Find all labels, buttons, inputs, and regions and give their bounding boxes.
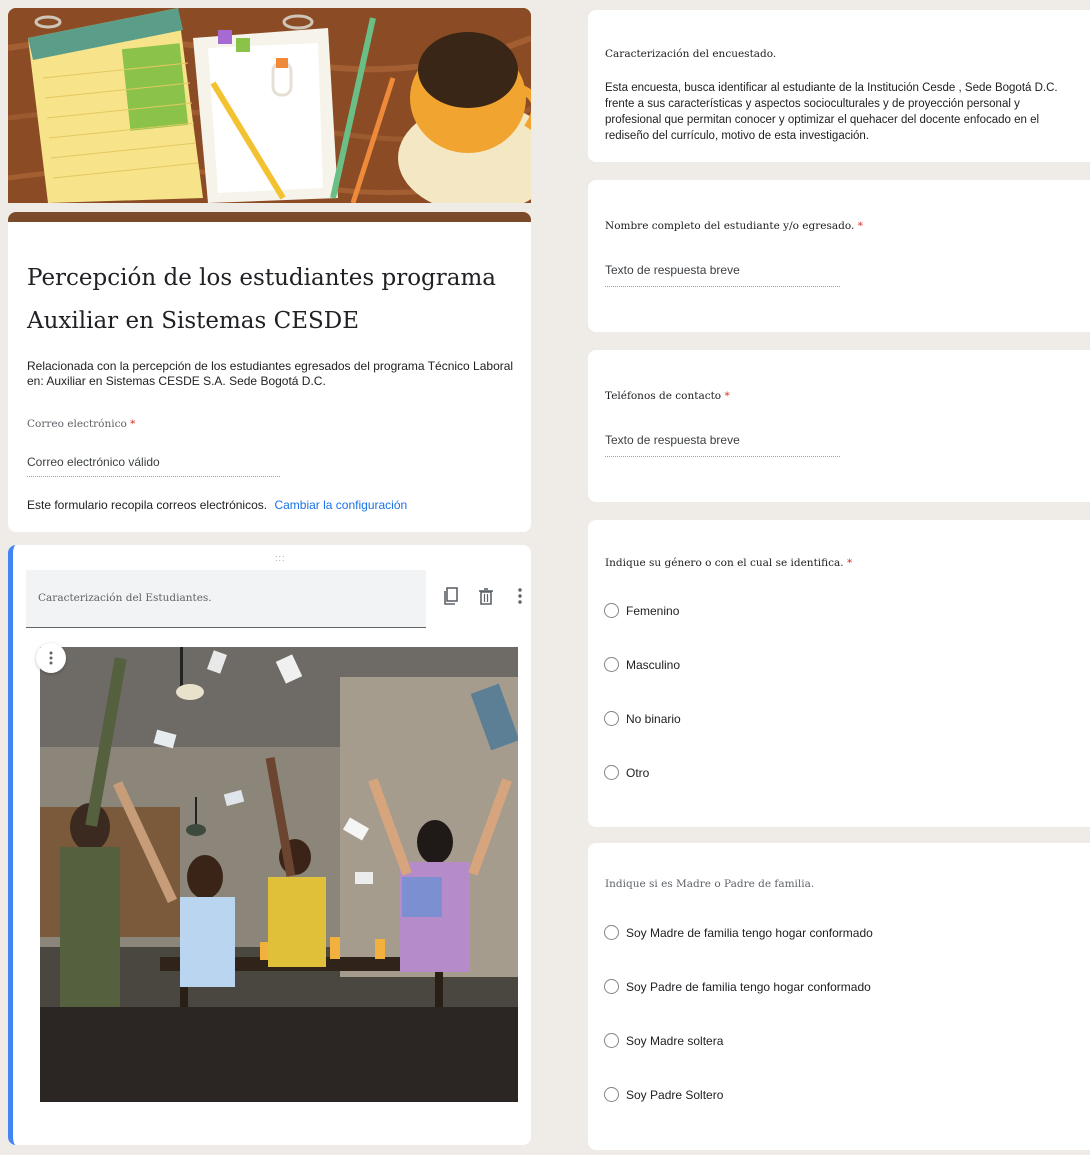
email-question-label: Correo electrónico * [27,418,135,430]
header-image [8,8,531,203]
short-answer-underline [605,456,840,457]
radio-button[interactable] [604,1087,619,1102]
section-title-input[interactable]: Caracterización del Estudiantes. [26,570,426,628]
option-label: Soy Madre de familia tengo hogar conform… [626,925,873,940]
question-gender-card[interactable]: Indique su género o con el cual se ident… [588,520,1090,827]
radio-option[interactable]: Femenino [604,603,679,618]
radio-button[interactable] [604,979,619,994]
option-label: Soy Padre de familia tengo hogar conform… [626,979,871,994]
email-field-underline [27,476,280,477]
form-title[interactable]: Percepción de los estudiantes programa A… [27,257,507,343]
question-phone-title: Teléfonos de contacto * [605,390,730,402]
option-label: Soy Madre soltera [626,1033,724,1048]
radio-option[interactable]: Masculino [604,657,680,672]
required-mark: * [724,390,730,402]
radio-option[interactable]: Soy Madre soltera [604,1033,723,1048]
question-parent-card[interactable]: Indique si es Madre o Padre de familia. … [588,843,1090,1150]
intro-description[interactable]: Esta encuesta, busca identificar al estu… [605,80,1075,144]
radio-option[interactable]: Otro [604,765,649,780]
question-gender-text: Indique su género o con el cual se ident… [605,557,844,569]
question-gender-title: Indique su género o con el cual se ident… [605,557,852,569]
question-name-card[interactable]: Nombre completo del estudiante y/o egres… [588,180,1090,332]
form-title-card: Percepción de los estudiantes programa A… [8,212,531,532]
option-label: Soy Padre Soltero [626,1087,724,1102]
short-answer-field: Texto de respuesta breve [605,433,740,447]
option-label: Femenino [626,603,680,618]
radio-button[interactable] [604,765,619,780]
question-phone-text: Teléfonos de contacto [605,390,722,402]
image-menu-icon[interactable] [36,643,66,673]
short-answer-field: Texto de respuesta breve [605,263,740,277]
option-label: Masculino [626,657,681,672]
collect-emails-text: Este formulario recopila correos electró… [27,498,268,512]
required-mark: * [846,557,853,569]
radio-button[interactable] [604,657,619,672]
intro-card: Caracterización del encuestado. Esta enc… [588,10,1090,162]
question-name-title: Nombre completo del estudiante y/o egres… [605,220,863,232]
radio-button[interactable] [604,603,619,618]
section-title-text: Caracterización del Estudiantes. [38,592,212,604]
required-mark: * [130,418,136,430]
trash-icon[interactable] [476,585,496,607]
more-vert-icon[interactable] [510,585,530,607]
radio-button[interactable] [604,711,619,726]
intro-title[interactable]: Caracterización del encuestado. [605,48,776,60]
radio-option[interactable]: Soy Padre de familia tengo hogar conform… [604,979,871,994]
option-label: No binario [626,711,681,726]
option-label: Otro [626,765,650,780]
short-answer-underline [605,286,840,287]
email-label-text: Correo electrónico [27,418,127,430]
form-description[interactable]: Relacionada con la percepción de los est… [27,359,522,389]
radio-option[interactable]: Soy Madre de familia tengo hogar conform… [604,925,873,940]
copy-icon[interactable] [441,585,461,607]
question-phone-card[interactable]: Teléfonos de contacto * Texto de respues… [588,350,1090,502]
question-parent-text: Indique si es Madre o Padre de familia. [605,878,815,890]
students-celebrating-image[interactable] [40,647,518,1102]
collect-emails-notice: Este formulario recopila correos electró… [27,498,407,512]
radio-option[interactable]: Soy Padre Soltero [604,1087,723,1102]
radio-option[interactable]: No binario [604,711,681,726]
email-field: Correo electrónico válido [27,455,160,469]
radio-button[interactable] [604,925,619,940]
question-name-text: Nombre completo del estudiante y/o egres… [605,220,855,232]
required-mark: * [857,220,863,232]
change-settings-link[interactable]: Cambiar la configuración [274,498,407,512]
section-card[interactable]: ::: Caracterización del Estudiantes. [8,545,531,1145]
radio-button[interactable] [604,1033,619,1048]
drag-handle-icon[interactable]: ::: [275,553,286,563]
